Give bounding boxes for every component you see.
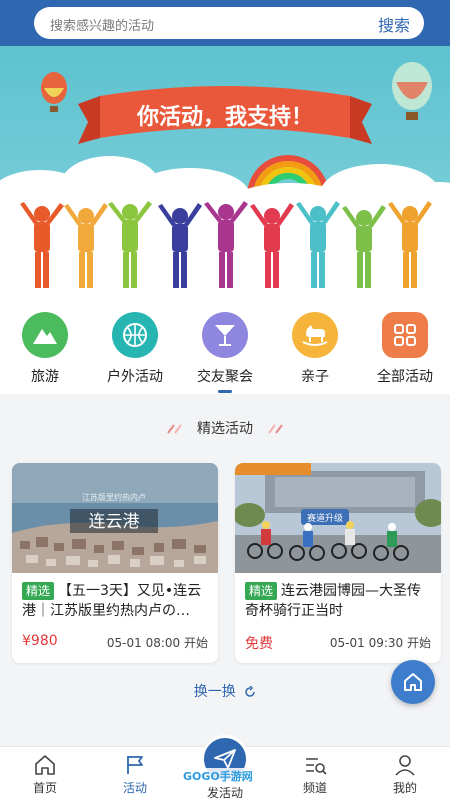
tab-label: 首页 xyxy=(32,781,57,795)
search-header: 搜索感兴趣的活动 搜索 xyxy=(0,0,450,46)
category-social[interactable]: 交友聚会 xyxy=(180,312,270,393)
activity-title[interactable]: 精选 连云港园博园—大圣传奇杯骑行正当时 xyxy=(245,581,433,621)
search-button[interactable]: 搜索 xyxy=(378,12,410,36)
category-all[interactable]: 全部活动 xyxy=(360,312,450,386)
decoration-icon xyxy=(268,424,284,434)
active-indicator xyxy=(218,390,232,393)
category-label: 户外活动 xyxy=(107,369,163,385)
category-family[interactable]: 亲子 xyxy=(270,312,360,386)
tab-me[interactable]: 我的 xyxy=(365,753,445,796)
tab-channel[interactable]: 频道 xyxy=(275,753,355,796)
section-title: 精选活动 xyxy=(0,418,450,438)
user-icon xyxy=(395,755,415,776)
activity-card[interactable]: 江苏版里约热内卢 连云港 精选 【五一3天】又见•连云港｜江苏版里约热内卢の… ¥… xyxy=(12,463,218,663)
category-outdoor[interactable]: 户外活动 xyxy=(90,312,180,386)
featured-tag: 精选 xyxy=(245,582,278,600)
mountain-icon xyxy=(22,312,68,358)
rocking-horse-icon xyxy=(292,312,338,358)
cocktail-icon xyxy=(202,312,248,358)
activity-image: 赛道升级 xyxy=(235,463,441,573)
home-icon xyxy=(35,755,55,775)
activity-price: ¥980 xyxy=(22,633,58,649)
section-title-text: 精选活动 xyxy=(197,421,253,437)
activity-title[interactable]: 精选 【五一3天】又见•连云港｜江苏版里约热内卢の… xyxy=(22,581,210,621)
tab-label: 我的 xyxy=(392,781,417,795)
activity-date: 05-01 08:00 开始 xyxy=(106,636,208,650)
refresh-button[interactable]: 换一换 xyxy=(0,681,450,701)
home-icon xyxy=(404,673,422,691)
tab-home[interactable]: 首页 xyxy=(5,753,85,796)
category-label: 全部活动 xyxy=(377,369,433,385)
search-bar[interactable]: 搜索感兴趣的活动 搜索 xyxy=(34,7,424,39)
tab-label: 频道 xyxy=(302,781,327,795)
search-input[interactable]: 搜索感兴趣的活动 xyxy=(50,15,154,34)
image-title: 连云港 xyxy=(89,512,140,532)
floating-home-button[interactable] xyxy=(391,660,435,704)
refresh-label: 换一换 xyxy=(193,684,236,700)
channel-icon xyxy=(306,758,327,775)
grid-icon xyxy=(382,312,428,358)
basketball-icon xyxy=(112,312,158,358)
activity-card[interactable]: 赛道升级 精选 连云港园博园—大圣传奇杯骑行正当时 免费 05-01 09:30 … xyxy=(235,463,441,663)
category-travel[interactable]: 旅游 xyxy=(0,312,90,386)
activity-price: 免费 xyxy=(245,636,273,652)
refresh-icon xyxy=(245,685,255,697)
image-badge: 赛道升级 xyxy=(307,512,343,524)
banner-slogan: 你活动，我支持！ xyxy=(136,105,313,130)
tab-label: 活动 xyxy=(122,781,147,795)
activity-date: 05-01 09:30 开始 xyxy=(329,636,431,650)
promo-banner[interactable]: 你活动，我支持！ xyxy=(0,46,450,300)
category-label: 交友聚会 xyxy=(197,369,253,385)
featured-tag: 精选 xyxy=(22,582,55,600)
tab-label: 发活动 xyxy=(206,786,243,800)
category-label: 旅游 xyxy=(31,369,59,385)
category-label: 亲子 xyxy=(301,369,329,385)
activity-image: 江苏版里约热内卢 连云港 xyxy=(12,463,218,573)
image-caption: 江苏版里约热内卢 xyxy=(82,492,146,502)
category-row: 旅游 户外活动 交友聚会 亲子 全部活动 xyxy=(0,300,450,394)
decoration-icon xyxy=(166,424,182,434)
flag-icon xyxy=(127,756,143,774)
watermark: GOGO手游网 xyxy=(180,768,256,784)
tab-activity[interactable]: 活动 xyxy=(95,753,175,796)
